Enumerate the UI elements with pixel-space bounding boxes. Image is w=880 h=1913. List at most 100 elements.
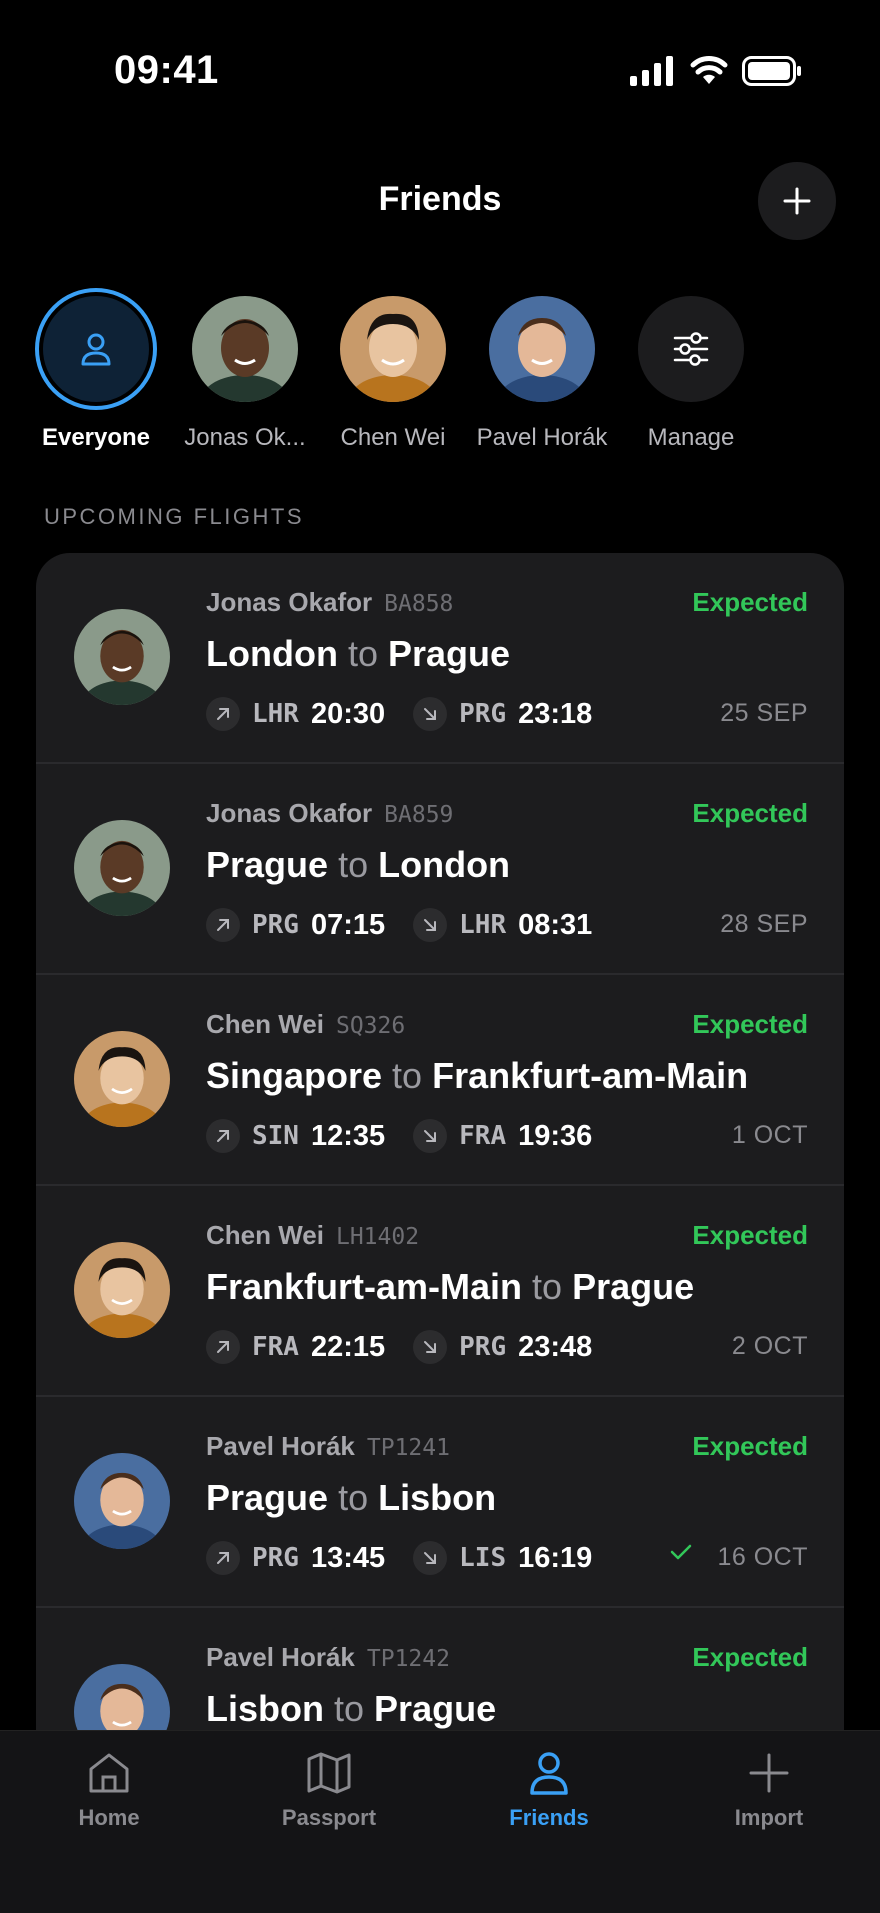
friend-name: Everyone	[41, 424, 151, 451]
arrival-time: 19:36	[518, 1119, 593, 1152]
route-connector: to	[338, 1477, 369, 1518]
avatar	[489, 296, 595, 402]
arrival-airport: LHR	[459, 910, 507, 940]
person-name: Chen Wei	[206, 1009, 324, 1039]
origin-city: Prague	[206, 1477, 329, 1518]
avatar	[74, 609, 170, 705]
page-title: Friends	[378, 180, 502, 218]
flight-code: TP1242	[366, 1646, 450, 1672]
plus-icon	[749, 1753, 789, 1793]
arrival-leg: FRA 19:36	[413, 1119, 592, 1153]
flight-card[interactable]: Chen Wei LH1402 Expected Frankfurt-am-Main …	[36, 1186, 844, 1397]
arrival-airport: PRG	[459, 699, 507, 729]
departure-airport: FRA	[252, 1332, 299, 1362]
flight-route: Singapore to Frankfurt-am-Main	[206, 1055, 748, 1097]
avatar	[74, 1031, 170, 1127]
origin-city: Prague	[206, 844, 329, 885]
destination-city: Prague	[374, 1688, 497, 1729]
signal-icon	[630, 56, 673, 86]
battery-icon	[742, 56, 801, 86]
arrival-leg: PRG 23:48	[413, 1330, 592, 1364]
flight-date: 28 SEP	[720, 910, 808, 938]
person-name: Jonas Okafor	[206, 587, 373, 617]
arrival-airport: PRG	[459, 1332, 507, 1362]
departure-time: 20:30	[310, 697, 386, 730]
person-name: Jonas Okafor	[206, 798, 373, 828]
tab-label: Passport	[281, 1805, 377, 1830]
departure-airport: PRG	[252, 910, 299, 940]
friend-filter-manage[interactable]: Manage	[616, 296, 766, 452]
flight-times: PRG 07:15 LHR 08:31	[206, 905, 620, 945]
flight-card[interactable]: Jonas Okafor BA858 Expected London to Pragu…	[36, 553, 844, 764]
flight-list: Jonas Okafor BA858 Expected London to Pragu…	[36, 553, 844, 1913]
departure-airport: SIN	[252, 1121, 299, 1151]
departure-leg: LHR 20:30	[206, 697, 385, 731]
flight-times: LHR 20:30 PRG 23:18	[206, 694, 620, 734]
person-name: Chen Wei	[206, 1220, 324, 1250]
origin-city: London	[206, 633, 338, 674]
flight-route: Prague to Lisbon	[206, 1477, 496, 1519]
friend-filter-everyone[interactable]: Everyone	[21, 288, 171, 452]
flight-person: Pavel Horák TP1241	[206, 1431, 450, 1462]
destination-city: Prague	[388, 633, 511, 674]
person-name: Pavel Horák	[206, 1431, 355, 1461]
status-badge: Expected	[692, 1431, 808, 1461]
friend-name: Pavel Horák	[476, 424, 608, 451]
section-label: UPCOMING FLIGHTS	[44, 504, 305, 529]
tab-label: Import	[734, 1805, 804, 1830]
friend-name: Manage	[647, 424, 735, 451]
plus-icon	[783, 187, 811, 215]
flight-card[interactable]: Pavel Horák TP1241 Expected Prague to Lisbo…	[36, 1397, 844, 1608]
departure-arrow-icon	[217, 1341, 229, 1353]
sliders-icon	[673, 332, 709, 366]
flight-person: Chen Wei LH1402	[206, 1220, 419, 1251]
flight-person: Pavel Horák TP1242	[206, 1642, 450, 1673]
status-bar: 09:41	[0, 0, 880, 120]
flight-code: TP1241	[366, 1435, 450, 1461]
everyone-avatar	[35, 288, 157, 410]
arrival-arrow-icon	[424, 1552, 437, 1564]
origin-city: Lisbon	[206, 1688, 324, 1729]
flight-card[interactable]: Chen Wei SQ326 Expected Singapore to Frankf…	[36, 975, 844, 1186]
flight-date: 1 OCT	[731, 1121, 808, 1149]
tab-import[interactable]: Import	[679, 1749, 859, 1831]
status-badge: Expected	[692, 1009, 808, 1039]
departure-leg: SIN 12:35	[206, 1119, 385, 1153]
arrival-leg: LIS 16:19	[413, 1541, 592, 1575]
destination-city: Prague	[572, 1266, 695, 1307]
friend-filter-chen[interactable]: Chen Wei	[318, 296, 468, 452]
tab-passport[interactable]: Passport	[239, 1749, 419, 1831]
add-friend-button[interactable]	[758, 162, 836, 240]
destination-city: Frankfurt-am-Main	[432, 1055, 749, 1096]
arrival-time: 23:48	[518, 1330, 593, 1363]
flight-person: Jonas Okafor BA858	[206, 587, 453, 618]
departure-airport: PRG	[252, 1543, 299, 1573]
flight-route: London to Prague	[206, 633, 510, 675]
wifi-icon	[690, 56, 728, 84]
route-connector: to	[334, 1688, 365, 1729]
arrival-time: 16:19	[518, 1541, 593, 1574]
status-badge: Expected	[692, 798, 808, 828]
status-badge: Expected	[692, 1220, 808, 1250]
tab-home[interactable]: Home	[19, 1749, 199, 1831]
flight-card[interactable]: Jonas Okafor BA859 Expected Prague to Londo…	[36, 764, 844, 975]
tab-bar: Home Passport Friends Import	[0, 1730, 880, 1913]
destination-city: London	[378, 844, 511, 885]
status-time: 09:41	[114, 48, 219, 92]
departure-arrow-icon	[217, 1130, 229, 1142]
departure-time: 12:35	[310, 1119, 386, 1152]
departure-arrow-icon	[217, 708, 229, 720]
arrival-arrow-icon	[424, 919, 437, 931]
arrival-leg: LHR 08:31	[413, 908, 592, 942]
flight-date: 2 OCT	[731, 1332, 808, 1360]
arrival-airport: LIS	[459, 1543, 507, 1573]
flight-code: BA858	[384, 591, 454, 617]
person-icon	[81, 333, 111, 366]
tab-friends[interactable]: Friends	[459, 1749, 639, 1831]
departure-leg: PRG 07:15	[206, 908, 385, 942]
friend-filter-jonas[interactable]: Jonas Ok...	[170, 296, 320, 452]
route-connector: to	[338, 844, 369, 885]
route-connector: to	[532, 1266, 563, 1307]
avatar	[192, 296, 298, 402]
friend-filter-pavel[interactable]: Pavel Horák	[467, 296, 617, 452]
